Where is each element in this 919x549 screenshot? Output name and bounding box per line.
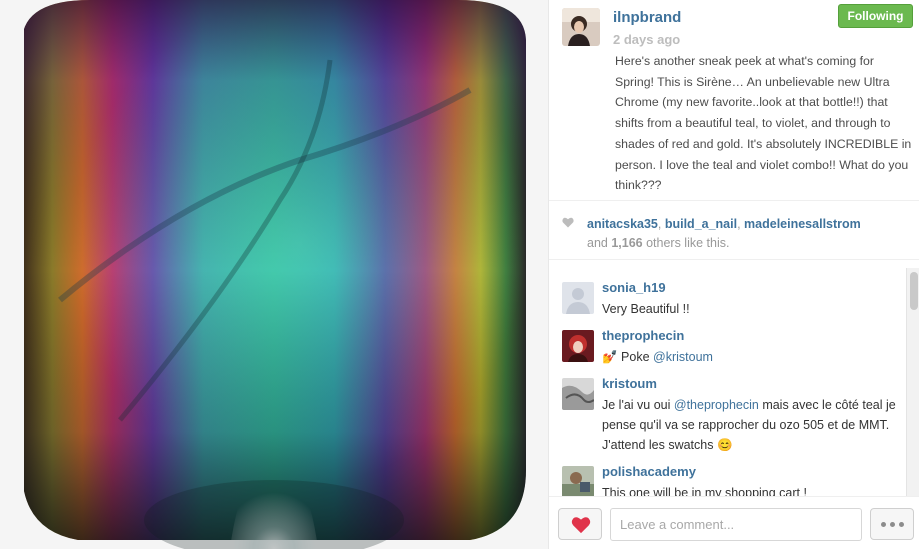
likers-text: anitacska35, build_a_nail, madeleinesall… — [587, 217, 861, 250]
avatar[interactable] — [562, 282, 594, 314]
post-header: ilnpbrand 2 days ago Following Here's an… — [549, 0, 919, 200]
following-button[interactable]: Following — [838, 4, 913, 28]
scrollbar-thumb[interactable] — [910, 272, 918, 310]
heart-icon — [571, 517, 591, 534]
post-caption: Here's another sneak peek at what's comi… — [615, 54, 912, 193]
avatar[interactable] — [562, 8, 600, 46]
avatar[interactable] — [562, 378, 594, 410]
comment-footer — [549, 496, 919, 549]
likes-count[interactable]: 1,166 — [611, 236, 642, 250]
comment-username[interactable]: sonia_h19 — [602, 280, 666, 295]
mention-link[interactable]: @theprophecin — [674, 398, 759, 412]
comment-text: 💅 Poke @kristoum — [602, 350, 713, 364]
comment-username[interactable]: theprophecin — [602, 328, 684, 343]
avatar[interactable] — [562, 466, 594, 496]
post-timestamp: 2 days ago — [613, 32, 681, 47]
comment-text: Je l'ai vu oui @theprophecin mais avec l… — [602, 398, 896, 452]
mention-link[interactable]: @kristoum — [653, 350, 713, 364]
heart-icon — [562, 217, 574, 228]
comment-input[interactable] — [610, 508, 862, 541]
post-sidebar: ilnpbrand 2 days ago Following Here's an… — [548, 0, 919, 549]
more-options-icon — [898, 522, 904, 527]
comments-list: sonia_h19 Very Beautiful !! theprophecin… — [549, 268, 905, 496]
post-username[interactable]: ilnpbrand — [613, 9, 681, 26]
comment-username[interactable]: polishacademy — [602, 464, 696, 479]
more-options-button[interactable] — [870, 508, 914, 540]
comments-scrollbar[interactable] — [906, 268, 919, 496]
liker-link[interactable]: anitacska35 — [587, 217, 658, 231]
post-photo[interactable] — [0, 0, 548, 549]
comment-text: Very Beautiful !! — [602, 302, 690, 316]
polish-bottle-image — [0, 0, 548, 549]
comment-username[interactable]: kristoum — [602, 376, 657, 391]
avatar[interactable] — [562, 330, 594, 362]
liker-link[interactable]: madeleinesallstrom — [744, 217, 861, 231]
like-button[interactable] — [558, 508, 602, 540]
liker-link[interactable]: build_a_nail — [665, 217, 737, 231]
more-options-icon — [880, 522, 886, 527]
more-options-icon — [889, 522, 895, 527]
comment-text: This one will be in my shopping cart ! — [602, 486, 807, 496]
likes-section: anitacska35, build_a_nail, madeleinesall… — [549, 200, 919, 260]
